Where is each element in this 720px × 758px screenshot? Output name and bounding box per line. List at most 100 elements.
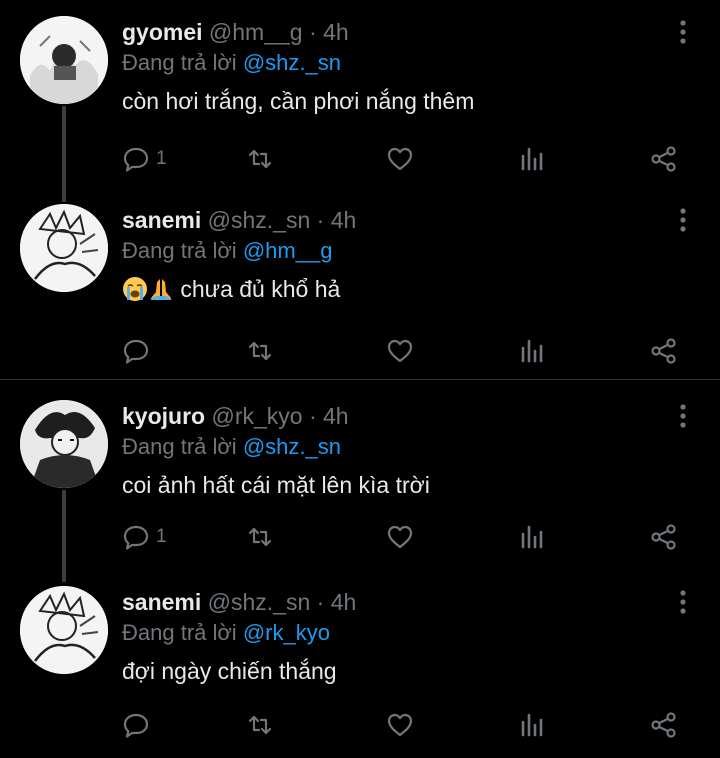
like-button[interactable] bbox=[386, 336, 414, 366]
separator-dot: · bbox=[316, 207, 325, 233]
avatar-image bbox=[20, 586, 108, 674]
folded-hands-emoji bbox=[150, 279, 172, 300]
tweet-header: sanemi @shz._sn · 4h bbox=[122, 586, 356, 618]
timestamp[interactable]: 4h bbox=[331, 207, 357, 233]
replying-to: Đang trả lời @hm__g bbox=[122, 238, 332, 264]
avatar[interactable] bbox=[20, 400, 108, 488]
tweet-text: còn hơi trắng, cần phơi nắng thêm bbox=[122, 88, 475, 114]
share-button[interactable] bbox=[650, 710, 678, 740]
reply-mention[interactable]: @rk_kyo bbox=[243, 620, 330, 645]
like-icon bbox=[387, 713, 413, 737]
loudly-crying-face-emoji bbox=[123, 277, 147, 301]
username[interactable]: @shz._sn bbox=[208, 589, 311, 615]
more-icon[interactable] bbox=[672, 16, 694, 48]
separator-dot: · bbox=[308, 403, 317, 429]
retweet-button[interactable] bbox=[246, 336, 274, 366]
tweet-text: coi ảnh hất cái mặt lên kìa trời bbox=[122, 472, 430, 498]
replying-prefix: Đang trả lời bbox=[122, 620, 237, 645]
avatar-image bbox=[20, 400, 108, 488]
like-button[interactable] bbox=[386, 522, 414, 552]
timestamp[interactable]: 4h bbox=[323, 19, 349, 45]
replying-to: Đang trả lời @rk_kyo bbox=[122, 620, 330, 646]
views-icon bbox=[521, 147, 543, 171]
share-icon bbox=[651, 338, 676, 364]
reply-button[interactable]: 1 bbox=[122, 522, 167, 552]
tweet-text-row: chưa đủ khổ hả bbox=[122, 276, 340, 303]
reply-mention[interactable]: @shz._sn bbox=[243, 50, 341, 75]
thread-divider bbox=[0, 379, 720, 380]
reply-icon bbox=[123, 339, 149, 364]
more-icon[interactable] bbox=[672, 204, 694, 236]
tweet-actions: 1 bbox=[122, 144, 692, 178]
retweet-icon bbox=[248, 341, 272, 361]
tweet-actions: 1 bbox=[122, 522, 692, 556]
views-icon bbox=[521, 525, 543, 549]
display-name[interactable]: kyojuro bbox=[122, 403, 205, 429]
avatar[interactable] bbox=[20, 16, 108, 104]
username[interactable]: @shz._sn bbox=[208, 207, 311, 233]
reply-icon bbox=[123, 713, 149, 738]
replying-prefix: Đang trả lời bbox=[122, 50, 237, 75]
tweet-text: chưa đủ khổ hả bbox=[180, 276, 341, 302]
like-button[interactable] bbox=[386, 144, 414, 174]
reply-button[interactable] bbox=[122, 710, 156, 740]
more-icon[interactable] bbox=[672, 586, 694, 618]
share-icon bbox=[651, 712, 676, 738]
reply-mention[interactable]: @shz._sn bbox=[243, 434, 341, 459]
timestamp[interactable]: 4h bbox=[331, 589, 357, 615]
reply-count: 1 bbox=[156, 526, 167, 547]
more-icon[interactable] bbox=[672, 400, 694, 432]
views-button[interactable] bbox=[518, 710, 546, 740]
like-icon bbox=[387, 525, 413, 549]
share-icon bbox=[651, 146, 676, 172]
retweet-icon bbox=[248, 149, 272, 169]
username[interactable]: @hm__g bbox=[209, 19, 303, 45]
replying-prefix: Đang trả lời bbox=[122, 238, 237, 263]
timestamp[interactable]: 4h bbox=[323, 403, 349, 429]
tweet-header: gyomei @hm__g · 4h bbox=[122, 16, 349, 48]
reply-icon bbox=[123, 147, 149, 172]
like-button[interactable] bbox=[386, 710, 414, 740]
reply-button[interactable]: 1 bbox=[122, 144, 167, 174]
tweet-header: kyojuro @rk_kyo · 4h bbox=[122, 400, 349, 432]
views-button[interactable] bbox=[518, 144, 546, 174]
display-name[interactable]: sanemi bbox=[122, 207, 201, 233]
share-button[interactable] bbox=[650, 144, 678, 174]
retweet-icon bbox=[248, 527, 272, 547]
tweet-text: đợi ngày chiến thắng bbox=[122, 658, 337, 684]
reply-count: 1 bbox=[156, 148, 167, 169]
avatar-image bbox=[20, 16, 108, 104]
tweet-header: sanemi @shz._sn · 4h bbox=[122, 204, 356, 236]
reply-icon bbox=[123, 525, 149, 550]
views-icon bbox=[521, 339, 543, 363]
thread-line bbox=[62, 490, 66, 582]
views-button[interactable] bbox=[518, 522, 546, 552]
replying-to: Đang trả lời @shz._sn bbox=[122, 50, 341, 76]
reply-button[interactable] bbox=[122, 336, 156, 366]
share-icon bbox=[651, 524, 676, 550]
replying-prefix: Đang trả lời bbox=[122, 434, 237, 459]
username[interactable]: @rk_kyo bbox=[211, 403, 302, 429]
like-icon bbox=[387, 339, 413, 363]
reply-mention[interactable]: @hm__g bbox=[243, 238, 333, 263]
thread-line bbox=[62, 106, 66, 202]
tweet-actions bbox=[122, 336, 692, 370]
retweet-icon bbox=[248, 715, 272, 735]
avatar[interactable] bbox=[20, 586, 108, 674]
share-button[interactable] bbox=[650, 336, 678, 366]
avatar[interactable] bbox=[20, 204, 108, 292]
tweet-actions bbox=[122, 710, 692, 744]
avatar-image bbox=[20, 204, 108, 292]
retweet-button[interactable] bbox=[246, 522, 274, 552]
separator-dot: · bbox=[316, 589, 325, 615]
replying-to: Đang trả lời @shz._sn bbox=[122, 434, 341, 460]
display-name[interactable]: sanemi bbox=[122, 589, 201, 615]
display-name[interactable]: gyomei bbox=[122, 19, 203, 45]
retweet-button[interactable] bbox=[246, 144, 274, 174]
views-button[interactable] bbox=[518, 336, 546, 366]
views-icon bbox=[521, 713, 543, 737]
separator-dot: · bbox=[309, 19, 317, 45]
share-button[interactable] bbox=[650, 522, 678, 552]
retweet-button[interactable] bbox=[246, 710, 274, 740]
like-icon bbox=[387, 147, 413, 171]
